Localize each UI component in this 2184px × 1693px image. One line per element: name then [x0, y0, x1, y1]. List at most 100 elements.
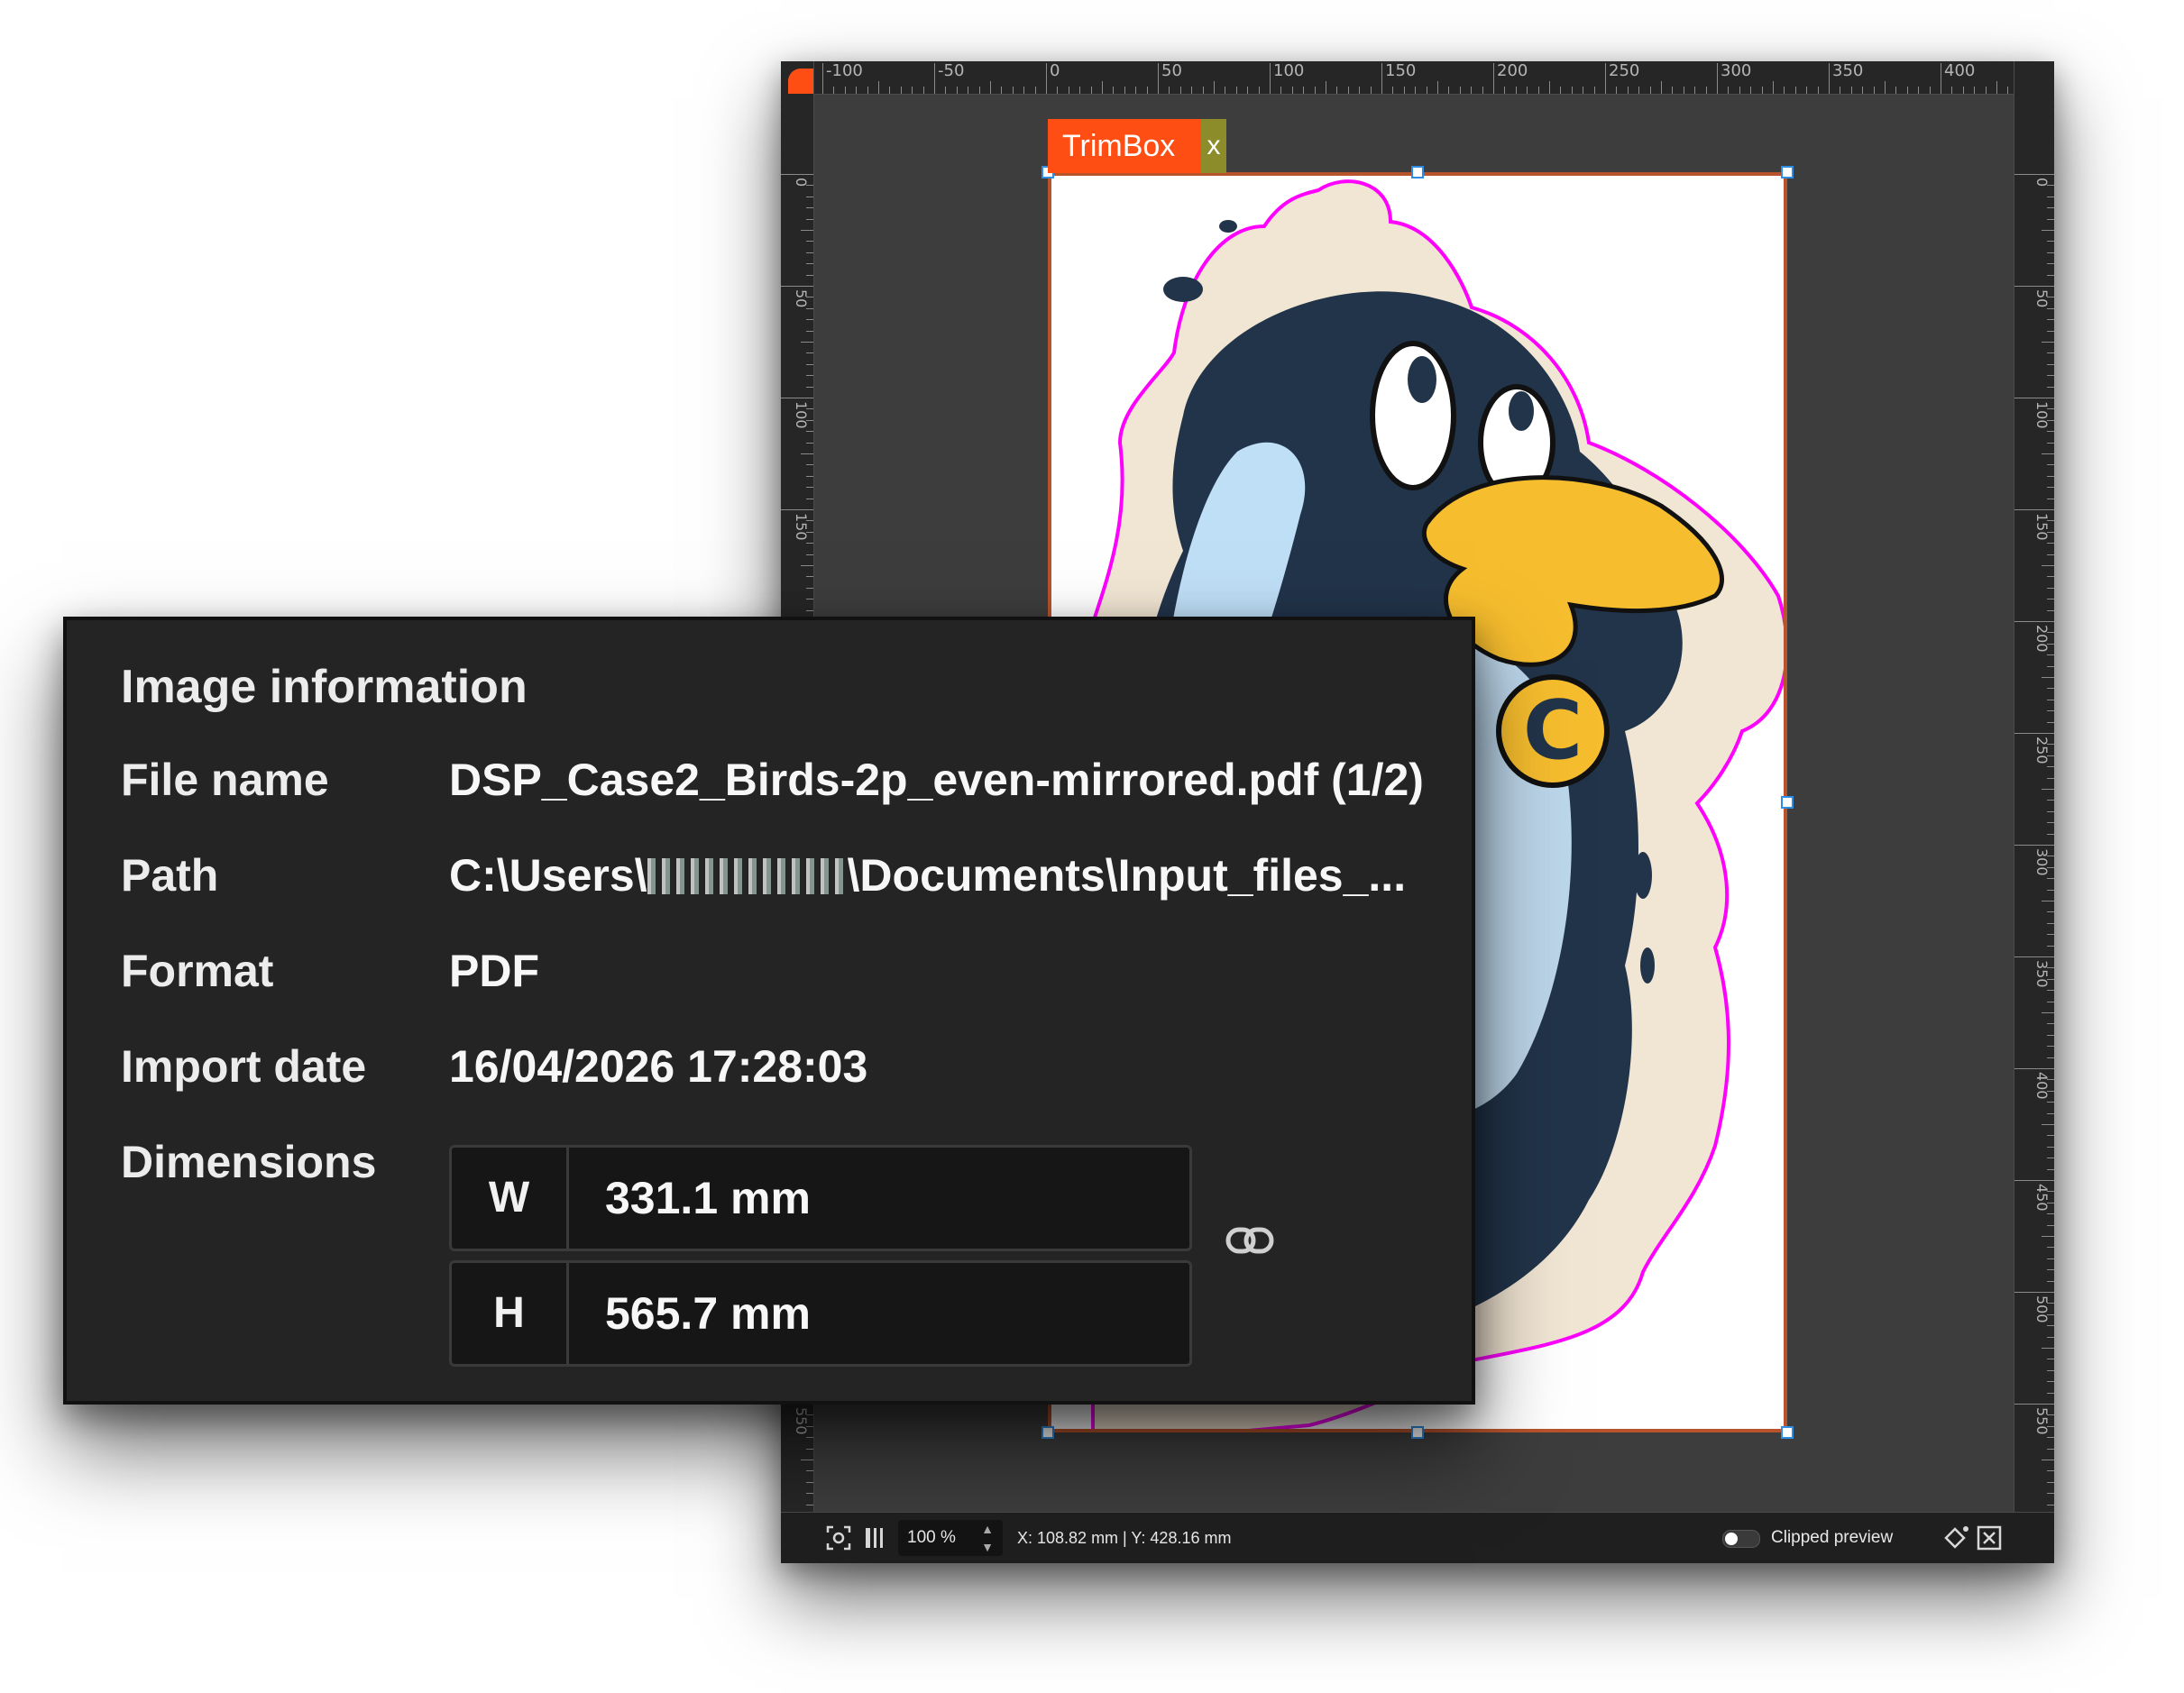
- handle-top-middle[interactable]: [1411, 166, 1424, 178]
- ruler-minor-tick: [2047, 800, 2054, 801]
- ruler-minor-tick: [806, 531, 813, 533]
- ruler-minor-tick: [1247, 87, 1249, 94]
- ruler-minor-tick: [2047, 252, 2054, 253]
- ruler-minor-tick: [806, 1414, 813, 1416]
- ruler-minor-tick: [2047, 1102, 2054, 1103]
- ruler-minor-tick: [2047, 777, 2054, 779]
- link-icon[interactable]: [1225, 1222, 1275, 1258]
- ruler-label: 300: [2033, 848, 2051, 876]
- ruler-minor-tick: [2047, 889, 2054, 891]
- ruler-label: 150: [2033, 513, 2051, 541]
- height-value[interactable]: 565.7 mm: [605, 1263, 811, 1364]
- ruler-minor-tick: [806, 408, 813, 410]
- ruler-minor-tick: [2042, 1236, 2054, 1237]
- ruler-minor-tick: [1593, 87, 1595, 94]
- ruler-minor-tick: [956, 87, 958, 94]
- ruler-minor-tick: [806, 307, 813, 309]
- width-field[interactable]: W 331.1 mm: [449, 1145, 1192, 1251]
- split-view-icon[interactable]: [864, 1525, 886, 1551]
- ruler-minor-tick: [2047, 587, 2054, 589]
- ruler-minor-tick: [2047, 352, 2054, 354]
- ruler-minor-tick: [2047, 185, 2054, 187]
- ruler-label: 50: [1161, 61, 1182, 80]
- ruler-minor-tick: [1728, 87, 1730, 94]
- ruler-minor-tick: [2047, 1493, 2054, 1495]
- clipped-preview-toggle[interactable]: [1722, 1530, 1760, 1548]
- path-prefix: C:\Users\: [449, 850, 647, 901]
- ruler-minor-tick: [806, 475, 813, 477]
- ruler-minor-tick: [1571, 87, 1573, 94]
- ruler-minor-tick: [2047, 643, 2054, 645]
- width-key: W: [452, 1148, 569, 1249]
- ruler-minor-tick: [900, 87, 902, 94]
- ruler-minor-tick: [1974, 87, 1976, 94]
- ruler-horizontal[interactable]: -100 -50 0 50 100 150 200 250 300 350 400: [781, 61, 2054, 95]
- ruler-minor-tick: [1739, 87, 1740, 94]
- ruler-minor-tick: [1761, 87, 1763, 94]
- stepper-arrows-icon[interactable]: ▲ ▼: [981, 1520, 994, 1556]
- height-field[interactable]: H 565.7 mm: [449, 1260, 1192, 1367]
- ruler-minor-tick: [1258, 87, 1260, 94]
- zoom-stepper[interactable]: 100 % ▲ ▼: [898, 1520, 1003, 1556]
- ruler-minor-tick: [856, 87, 858, 94]
- ruler-minor-tick: [2047, 1191, 2054, 1193]
- ruler-minor-tick: [2047, 822, 2054, 824]
- ruler-minor-tick: [806, 241, 813, 243]
- ruler-major-tick: [1046, 63, 1047, 94]
- ruler-minor-tick: [1169, 87, 1170, 94]
- ruler-minor-tick: [806, 487, 813, 489]
- handle-bottom-right[interactable]: [1781, 1426, 1794, 1439]
- ruler-label: 150: [1385, 61, 1417, 80]
- ruler-minor-tick: [1437, 81, 1438, 94]
- ruler-minor-tick: [2047, 263, 2054, 265]
- ruler-minor-tick: [1291, 87, 1293, 94]
- ruler-minor-tick: [1962, 87, 1964, 94]
- ruler-minor-tick: [1560, 87, 1562, 94]
- ruler-minor-tick: [2047, 866, 2054, 868]
- ruler-minor-tick: [806, 609, 813, 611]
- handle-top-right[interactable]: [1781, 166, 1794, 178]
- ruler-minor-tick: [2047, 1146, 2054, 1148]
- ruler-minor-tick: [2047, 1425, 2054, 1427]
- ruler-minor-tick: [2047, 274, 2054, 276]
- ruler-minor-tick: [2047, 721, 2054, 723]
- width-value[interactable]: 331.1 mm: [605, 1148, 811, 1249]
- close-box-icon[interactable]: [1977, 1525, 2002, 1551]
- ruler-minor-tick: [1627, 87, 1629, 94]
- ruler-minor-tick: [2047, 1247, 2054, 1249]
- handle-bottom-middle[interactable]: [1411, 1426, 1424, 1439]
- ruler-minor-tick: [1202, 87, 1204, 94]
- ruler-corner[interactable]: [781, 61, 813, 94]
- ruler-minor-tick: [2047, 330, 2054, 332]
- ruler-label: 300: [1721, 61, 1752, 80]
- fit-screen-icon[interactable]: [826, 1525, 851, 1551]
- ruler-minor-tick: [806, 1437, 813, 1439]
- ruler-minor-tick: [1784, 87, 1785, 94]
- ruler-minor-tick: [801, 453, 813, 454]
- ruler-label: 350: [1832, 61, 1864, 80]
- ruler-major-tick: [781, 286, 813, 287]
- ruler-major-tick: [2014, 509, 2054, 510]
- ruler-minor-tick: [2042, 230, 2054, 231]
- ruler-minor-tick: [889, 87, 891, 94]
- ruler-minor-tick: [806, 263, 813, 265]
- ruler-minor-tick: [1773, 81, 1774, 94]
- ruler-minor-tick: [806, 252, 813, 253]
- ruler-minor-tick: [2047, 922, 2054, 924]
- ruler-minor-tick: [2042, 342, 2054, 343]
- ruler-minor-tick: [1537, 87, 1539, 94]
- handle-bottom-left[interactable]: [1042, 1426, 1054, 1439]
- ruler-minor-tick: [1079, 87, 1081, 94]
- ruler-minor-tick: [2047, 1269, 2054, 1271]
- trimbox-tag-tail: x: [1201, 119, 1226, 173]
- ruler-minor-tick: [2047, 632, 2054, 634]
- ruler-vertical-right[interactable]: 0 50 100 150 200 250 300 350 400 450 500 550: [2014, 61, 2054, 1563]
- ruler-major-tick: [822, 63, 823, 94]
- ruler-label: 400: [2033, 1072, 2051, 1100]
- ruler-major-tick: [1717, 63, 1718, 94]
- ruler-minor-tick: [2047, 1448, 2054, 1450]
- trimbox-label[interactable]: TrimBox x: [1048, 119, 1226, 173]
- ruler-minor-tick: [806, 1425, 813, 1427]
- handle-middle-right[interactable]: [1781, 796, 1794, 809]
- paint-bucket-icon[interactable]: [1941, 1524, 1969, 1552]
